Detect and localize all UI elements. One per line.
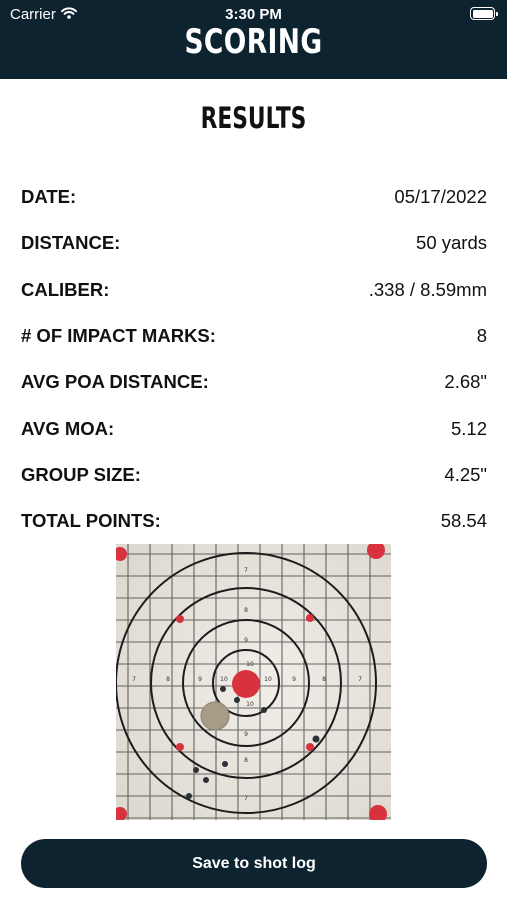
status-time: 3:30 PM	[225, 6, 282, 23]
result-label: DISTANCE:	[21, 232, 121, 254]
ring-label: 7	[358, 676, 362, 683]
ring-label: 9	[292, 676, 296, 683]
result-value: .338 / 8.59mm	[368, 278, 487, 300]
ring-label: 10	[220, 676, 228, 683]
ring-label: 7	[244, 567, 248, 574]
ring-label: 8	[244, 757, 248, 764]
result-value: 05/17/2022	[394, 186, 487, 208]
result-value: 50 yards	[416, 232, 487, 254]
result-row-avg-moa: AVG MOA: 5.12	[21, 405, 487, 451]
ring-label: 10	[264, 676, 272, 683]
result-label: DATE:	[21, 186, 77, 208]
result-label: GROUP SIZE:	[21, 463, 141, 485]
result-row-avg-poa: AVG POA DISTANCE: 2.68"	[21, 359, 487, 405]
result-value: 4.25"	[444, 463, 487, 485]
ring-label: 10	[246, 661, 254, 668]
result-row-distance: DISTANCE: 50 yards	[21, 220, 487, 266]
save-to-shot-log-button[interactable]: Save to shot log	[21, 839, 487, 888]
result-label: AVG POA DISTANCE:	[21, 371, 209, 393]
result-label: # OF IMPACT MARKS:	[21, 325, 216, 347]
result-value: 8	[476, 325, 487, 347]
result-label: CALIBER:	[21, 278, 110, 300]
page-title: SCORING	[184, 22, 323, 62]
ring-label: 9	[198, 676, 202, 683]
result-value: 58.54	[440, 510, 487, 532]
ring-label: 9	[244, 731, 248, 738]
app-header: Carrier 3:30 PM SCORING	[0, 0, 507, 79]
ring-label: 8	[244, 607, 248, 614]
ring-label: 7	[132, 676, 136, 683]
result-row-caliber: CALIBER: .338 / 8.59mm	[21, 267, 487, 313]
result-row-date: DATE: 05/17/2022	[21, 174, 487, 220]
target-photo: 7 8 9 10 7 8 9 10 10 9 8 7 10 9 8 7	[116, 544, 391, 820]
result-label: AVG MOA:	[21, 417, 115, 439]
result-row-group-size: GROUP SIZE: 4.25"	[21, 452, 487, 498]
results-heading: RESULTS	[200, 101, 307, 135]
ring-label: 10	[246, 701, 254, 708]
results-list: DATE: 05/17/2022 DISTANCE: 50 yards CALI…	[21, 174, 487, 544]
result-row-impact-marks: # OF IMPACT MARKS: 8	[21, 313, 487, 359]
result-row-total-points: TOTAL POINTS: 58.54	[21, 498, 487, 544]
ring-label: 8	[322, 676, 326, 683]
ring-label: 9	[244, 637, 248, 644]
ring-label: 8	[166, 676, 170, 683]
result-label: TOTAL POINTS:	[21, 510, 161, 532]
result-value: 5.12	[450, 417, 487, 439]
result-value: 2.68"	[444, 371, 487, 393]
battery-icon	[470, 7, 498, 20]
ring-label: 7	[244, 795, 248, 802]
